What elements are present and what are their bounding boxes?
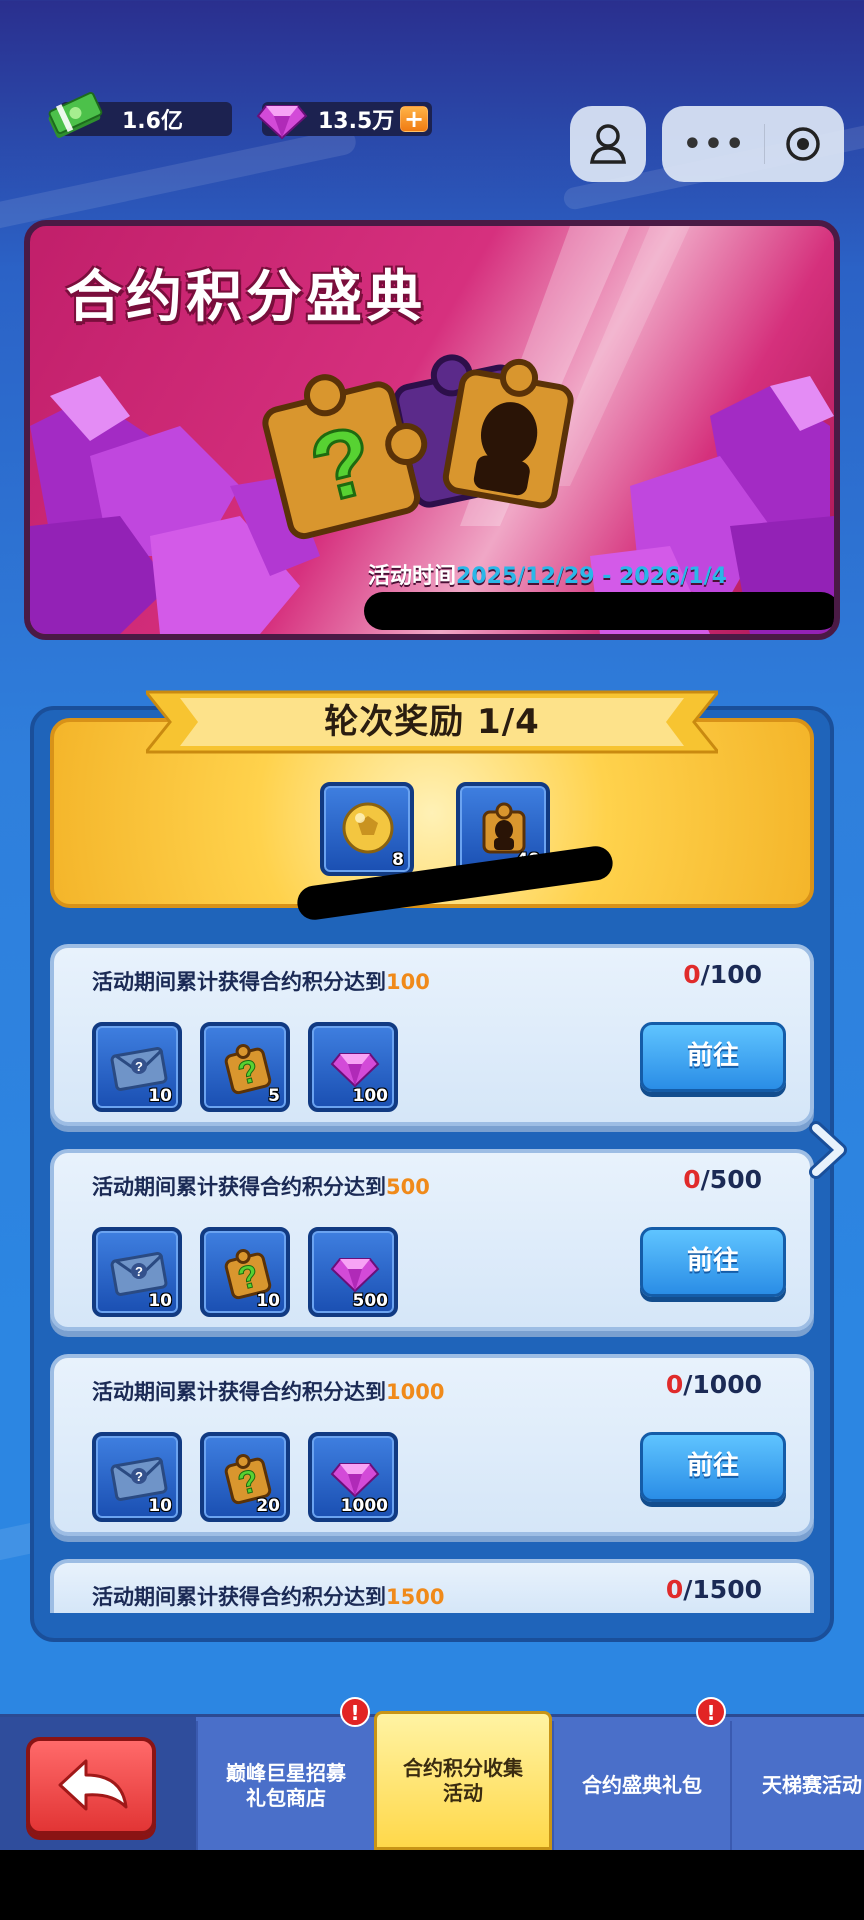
tab-points-collection[interactable]: 合约积分收集 活动 <box>374 1711 552 1850</box>
task-progress: 0/100 <box>683 960 762 989</box>
tab-label: 合约积分收集 <box>403 1755 523 1780</box>
reward-item-envelope[interactable]: ? 10 <box>92 1022 182 1112</box>
tab-contract-gift-pack[interactable]: 合约盛典礼包 <box>552 1721 730 1850</box>
profile-button[interactable] <box>570 106 646 182</box>
svg-text:?: ? <box>135 1264 143 1279</box>
task-progress: 0/500 <box>683 1165 762 1194</box>
tab-label: 天梯赛活动 <box>762 1773 862 1797</box>
reward-count: 100 <box>352 1086 389 1106</box>
chevron-right-icon[interactable] <box>806 1120 850 1180</box>
event-time-range: 2025/12/29 - 2026/1/4 <box>456 564 727 589</box>
notification-badge: ! <box>696 1697 726 1727</box>
tab-label: 合约盛典礼包 <box>582 1773 702 1797</box>
task-target: 100 <box>386 970 430 994</box>
progress-total: /1500 <box>683 1575 762 1604</box>
tab-label: 巅峰巨星招募 <box>226 1760 346 1785</box>
bottom-nav: 巅峰巨星招募 礼包商店 ! 合约积分收集 活动 合约盛典礼包 ! 天梯赛活动 <box>0 1697 864 1850</box>
mini-program-capsule: ••• <box>662 106 844 182</box>
cash-counter: 1.6亿 <box>48 92 232 138</box>
event-time-label: 活动时间 <box>368 564 457 589</box>
task-target: 1500 <box>386 1585 445 1609</box>
back-button[interactable] <box>26 1737 156 1835</box>
task-card: 活动期间累计获得合约积分达到1500 0/1500 <box>50 1559 814 1613</box>
svg-text:?: ? <box>135 1059 143 1074</box>
progress-current: 0 <box>683 960 701 989</box>
capsule-divider <box>764 124 766 164</box>
reward-count: 20 <box>256 1496 280 1516</box>
reward-count: 10 <box>148 1291 172 1311</box>
go-button[interactable]: 前往 <box>640 1227 786 1297</box>
reward-item-gem[interactable]: 500 <box>308 1227 398 1317</box>
gold-ball-icon <box>342 802 394 854</box>
reward-item-gold-ball[interactable]: 8 <box>320 782 414 876</box>
more-menu-button[interactable]: ••• <box>683 127 747 162</box>
notification-badge: ! <box>340 1697 370 1727</box>
system-bar <box>0 1850 864 1920</box>
progress-current: 0 <box>683 1165 701 1194</box>
task-card: 活动期间累计获得合约积分达到100 0/100 ? 10 ? 5 100 前往 <box>50 944 814 1126</box>
event-banner: ? 合约积分盛典 活动时间2025/12/29 - 2026/1/4 <box>24 220 840 640</box>
reward-item-envelope[interactable]: ? 10 <box>92 1432 182 1522</box>
event-title: 合约积分盛典 <box>66 265 426 330</box>
tab-label: 活动 <box>443 1780 483 1805</box>
reward-item-envelope[interactable]: ? 10 <box>92 1227 182 1317</box>
reward-item-question-puzzle[interactable]: ? 5 <box>200 1022 290 1112</box>
task-description: 活动期间累计获得合约积分达到1500 <box>92 1581 444 1611</box>
reward-count: 500 <box>352 1291 389 1311</box>
cash-icon <box>48 92 103 138</box>
task-card: 活动期间累计获得合约积分达到1000 0/1000 ? 10 ? 20 1000… <box>50 1354 814 1536</box>
tab-label: 礼包商店 <box>246 1785 326 1810</box>
event-time: 活动时间2025/12/29 - 2026/1/4 <box>368 558 727 590</box>
reward-count: 1000 <box>340 1496 388 1516</box>
round-reward-title: 轮次奖励 1/4 <box>324 702 540 742</box>
person-icon <box>589 124 627 164</box>
cash-value: 1.6亿 <box>122 109 183 134</box>
progress-current: 0 <box>665 1575 684 1604</box>
reward-item-gem[interactable]: 1000 <box>308 1432 398 1522</box>
reward-item-question-puzzle[interactable]: ? 10 <box>200 1227 290 1317</box>
close-target-icon[interactable] <box>783 124 823 164</box>
add-gems-button[interactable]: + <box>400 106 428 132</box>
task-desc-text: 活动期间累计获得合约积分达到 <box>92 970 386 994</box>
back-arrow-icon <box>58 1759 128 1811</box>
task-progress: 0/1000 <box>666 1370 762 1399</box>
gem-counter: 13.5万 + <box>256 102 432 140</box>
task-target: 1000 <box>386 1380 445 1404</box>
gem-value: 13.5万 <box>318 109 395 134</box>
task-desc-text: 活动期间累计获得合约积分达到 <box>92 1380 386 1404</box>
progress-total: /1000 <box>683 1370 762 1399</box>
gem-icon <box>256 105 308 140</box>
progress-total: /100 <box>700 960 762 989</box>
task-card: 活动期间累计获得合约积分达到500 0/500 ? 10 ? 10 500 前往 <box>50 1149 814 1331</box>
reward-item-question-puzzle[interactable]: ? 20 <box>200 1432 290 1522</box>
task-description: 活动期间累计获得合约积分达到500 <box>92 1171 430 1201</box>
go-button[interactable]: 前往 <box>640 1022 786 1092</box>
reward-count: 8 <box>392 850 404 870</box>
progress-current: 0 <box>665 1370 684 1399</box>
reward-count: 5 <box>268 1086 280 1106</box>
reward-count: 10 <box>148 1086 172 1106</box>
tab-peak-star-shop[interactable]: 巅峰巨星招募 礼包商店 <box>196 1721 374 1850</box>
tab-ladder-event[interactable]: 天梯赛活动 <box>730 1721 864 1850</box>
redaction-mark <box>364 592 834 630</box>
svg-text:?: ? <box>135 1469 143 1484</box>
task-description: 活动期间累计获得合约积分达到100 <box>92 966 430 996</box>
task-description: 活动期间累计获得合约积分达到1000 <box>92 1376 444 1406</box>
task-desc-text: 活动期间累计获得合约积分达到 <box>92 1175 386 1199</box>
task-target: 500 <box>386 1175 430 1199</box>
task-progress: 0/1500 <box>666 1575 762 1604</box>
reward-item-gem[interactable]: 100 <box>308 1022 398 1112</box>
progress-total: /500 <box>700 1165 762 1194</box>
reward-count: 10 <box>148 1496 172 1516</box>
reward-count: 10 <box>256 1291 280 1311</box>
go-button[interactable]: 前往 <box>640 1432 786 1502</box>
task-desc-text: 活动期间累计获得合约积分达到 <box>92 1585 386 1609</box>
